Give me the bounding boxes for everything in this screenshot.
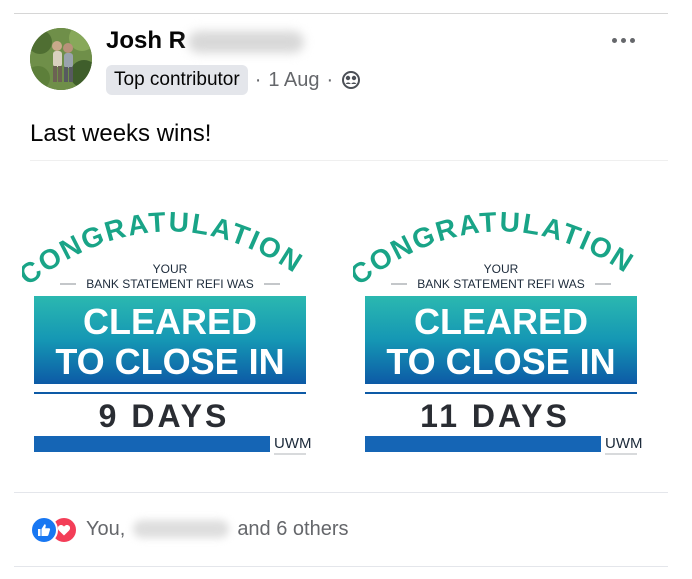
refi-text: BANK STATEMENT REFI WAS — [86, 277, 254, 291]
post-meta: Top contributor · 1 Aug · — [106, 64, 361, 96]
cleared-text: CLEARED — [83, 301, 257, 342]
reaction-icons — [30, 515, 80, 544]
days-bar — [34, 436, 270, 452]
top-divider — [14, 13, 668, 14]
avatar[interactable] — [30, 28, 92, 90]
post-text: Last weeks wins! — [30, 120, 212, 147]
more-options-button[interactable] — [603, 28, 643, 52]
close-in-text: TO CLOSE IN — [386, 341, 615, 382]
cleared-text: CLEARED — [414, 301, 588, 342]
more-dots-icon — [611, 37, 617, 43]
reactor-name-redaction — [133, 520, 230, 538]
congrats-image-1[interactable]: CONGRATULATIONS YOUR BANK STATEMENT REFI… — [22, 188, 318, 463]
your-text: YOUR — [153, 262, 188, 276]
reactions-others: and 6 others — [237, 517, 349, 540]
reactions-divider — [14, 492, 668, 493]
days-text: 9 DAYS — [99, 398, 230, 434]
image-divider — [30, 160, 668, 161]
friends-icon[interactable] — [341, 70, 361, 90]
uwm-logo: UWM — [274, 435, 312, 452]
uwm-logo: UWM — [605, 435, 643, 452]
meta-separator: · — [326, 68, 334, 91]
days-text: 11 DAYS — [420, 398, 570, 434]
like-icon — [30, 516, 58, 544]
more-dot — [629, 37, 635, 43]
author-name[interactable]: Josh R — [106, 27, 186, 55]
top-contributor-badge[interactable]: Top contributor — [106, 65, 248, 95]
more-dot — [620, 37, 626, 43]
reactions-you: You, — [86, 517, 126, 540]
days-rule — [365, 392, 637, 394]
reactions-summary[interactable]: You, and 6 others — [30, 514, 349, 544]
congrats-image-2[interactable]: CONGRATULATIONS YOUR BANK STATEMENT REFI… — [353, 188, 649, 463]
bottom-divider — [14, 566, 668, 567]
refi-text: BANK STATEMENT REFI WAS — [417, 277, 585, 291]
author-name-redaction — [188, 31, 304, 53]
your-text: YOUR — [484, 262, 519, 276]
post-date[interactable]: 1 Aug — [268, 69, 319, 92]
days-bar — [365, 436, 601, 452]
days-rule — [34, 392, 306, 394]
meta-separator: · — [254, 68, 262, 91]
close-in-text: TO CLOSE IN — [55, 341, 284, 382]
